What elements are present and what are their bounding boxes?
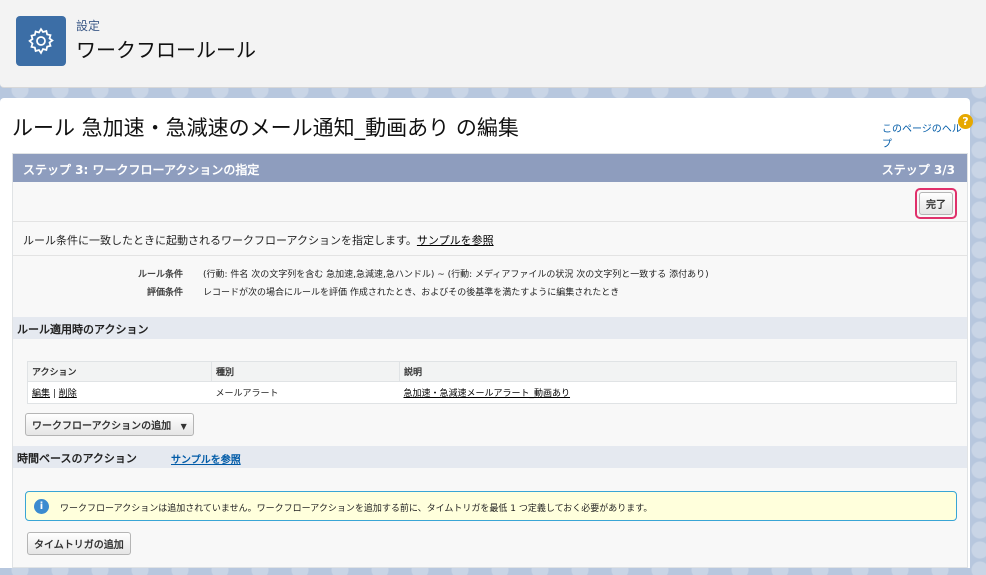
- sample-link[interactable]: サンプルを参照: [417, 234, 494, 247]
- step-indicator: ステップ 3/3: [881, 163, 955, 177]
- immediate-actions-title: ルール適用時のアクション: [17, 323, 149, 336]
- step-title: ステップ 3: ワークフローアクションの指定: [23, 163, 260, 177]
- description-cell: 急加速・急減速メールアラート_動画あり: [400, 382, 957, 404]
- divider: [13, 255, 967, 256]
- info-message: i ワークフローアクションは追加されていません。ワークフローアクションを追加する…: [25, 491, 957, 521]
- done-button[interactable]: 完了: [919, 192, 953, 215]
- description: ルール条件に一致したときに起動されるワークフローアクションを指定します。サンプル…: [23, 232, 494, 248]
- dropdown-arrow-icon: ▼: [180, 422, 187, 431]
- edit-link[interactable]: 編集: [32, 389, 50, 399]
- info-text: ワークフローアクションは追加されていません。ワークフローアクションを追加する前に…: [60, 504, 653, 514]
- column-header-description: 説明: [399, 361, 957, 382]
- time-actions-header: 時間ベースのアクション サンプルを参照: [13, 446, 967, 468]
- help-link[interactable]: このページのヘルプ: [882, 120, 970, 150]
- header-title: ワークフロールール: [76, 38, 256, 62]
- time-actions-title: 時間ベースのアクション: [17, 452, 137, 465]
- immediate-actions-header: ルール適用時のアクション: [13, 317, 967, 339]
- step-bar: ステップ 3: ワークフローアクションの指定 ステップ 3/3: [13, 154, 967, 182]
- actions-table: アクション 種別 説明 編集 | 削除 メールアラート 急加速・急減速メールアラ…: [27, 361, 957, 404]
- page-title: ルール 急加速・急減速のメール通知_動画あり の編集: [12, 116, 519, 140]
- eval-criteria-label: 評価条件: [146, 288, 183, 298]
- column-header-action: アクション: [27, 361, 212, 382]
- link-separator: |: [50, 389, 59, 399]
- button-row: 完了: [13, 182, 967, 222]
- rule-criteria-label: ルール条件: [137, 270, 183, 280]
- email-alert-link[interactable]: 急加速・急減速メールアラート_動画あり: [404, 389, 571, 399]
- type-cell: メールアラート: [215, 389, 279, 399]
- setup-header: 設定 ワークフロールール: [0, 0, 986, 88]
- delete-link[interactable]: 削除: [59, 389, 77, 399]
- done-button-highlight: 完了: [915, 188, 957, 219]
- add-time-trigger-button[interactable]: タイムトリガの追加: [27, 532, 131, 555]
- description-text: ルール条件に一致したときに起動されるワークフローアクションを指定します。: [23, 234, 417, 247]
- info-icon: i: [34, 499, 49, 514]
- time-sample-link[interactable]: サンプルを参照: [171, 451, 241, 466]
- help-icon[interactable]: ?: [958, 114, 973, 129]
- table-row: 編集 | 削除 メールアラート 急加速・急減速メールアラート_動画あり: [28, 382, 957, 404]
- add-workflow-action-button[interactable]: ワークフローアクションの追加 ▼: [25, 413, 194, 436]
- action-cell: 編集 | 削除: [28, 382, 212, 404]
- main-content: ルール 急加速・急減速のメール通知_動画あり の編集 このページのヘルプ ? ス…: [0, 98, 973, 568]
- eval-criteria-value: レコードが次の場合にルールを評価 作成されたとき、およびその後基準を満たすように…: [203, 288, 620, 298]
- add-workflow-action-label: ワークフローアクションの追加: [32, 421, 172, 432]
- rule-criteria-value: (行動: 件名 次の文字列を含む 急加速,急減速,急ハンドル) ~ (行動: メ…: [203, 270, 709, 280]
- column-header-type: 種別: [211, 361, 400, 382]
- step-panel: ステップ 3: ワークフローアクションの指定 ステップ 3/3 完了 ルール条件…: [12, 153, 968, 568]
- gear-icon: [16, 16, 66, 66]
- header-subtitle[interactable]: 設定: [76, 17, 100, 34]
